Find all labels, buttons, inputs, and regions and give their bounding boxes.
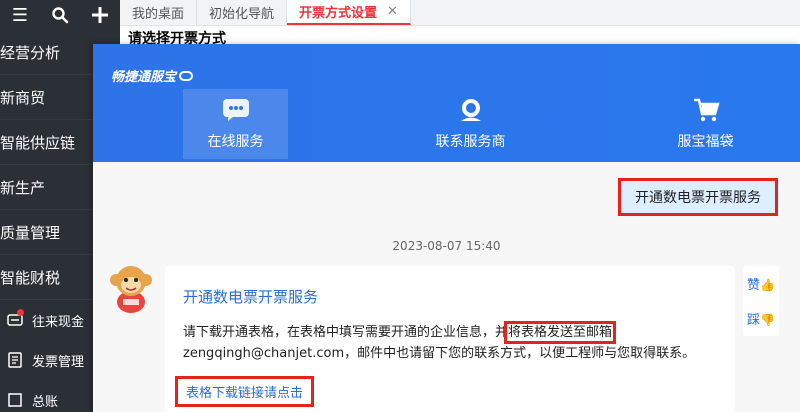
bot-body-email-text: zengqingh@chanjet.com，邮件中也请留下您的联系方式，以便工程… [183, 346, 696, 361]
like-button[interactable]: 赞👍 [747, 274, 775, 293]
nav-label: 联系服务商 [435, 134, 506, 150]
chat-area: 开通数电票开票服务 2023-08-07 15:40 开通数电票开票服务 请下载… [93, 162, 800, 412]
notification-badge [17, 309, 24, 316]
tab-invoice-method-settings[interactable]: 开票方式设置 ✕ [287, 0, 411, 25]
nav-contact-provider[interactable]: 联系服务商 [418, 89, 523, 159]
nav-label: 在线服务 [207, 134, 264, 150]
sidebar-toolbar: ☰ [0, 0, 120, 30]
message-timestamp: 2023-08-07 15:40 [392, 239, 501, 253]
like-label: 赞 [747, 278, 761, 293]
highlighted-instruction: 将表格发送至邮箱 [504, 321, 617, 344]
ledger-icon [6, 391, 24, 409]
bot-message-card: 开通数电票开票服务 请下载开通表格，在表格中填写需要开通的企业信息，并将表格发送… [165, 266, 735, 412]
tab-init-navigation[interactable]: 初始化导航 [197, 0, 288, 25]
cloud-icon [179, 70, 194, 81]
bot-avatar [107, 262, 155, 314]
thumbs-down-icon: 👎 [760, 313, 775, 327]
thumbs-up-icon: 👍 [760, 278, 775, 292]
sidebar-subitem-label: 往来现金 [32, 314, 85, 330]
tab-my-desktop[interactable]: 我的桌面 [120, 0, 198, 25]
dislike-label: 踩 [747, 313, 761, 328]
chat-bubble-icon [222, 97, 250, 123]
tab-label: 开票方式设置 [299, 5, 378, 21]
nav-lucky-bag[interactable]: 服宝福袋 [653, 89, 758, 159]
service-panel: 畅捷通服宝 在线服务 联系服务商 服宝福袋 开通数电票开票服务 2023-08-… [93, 44, 800, 412]
bot-body-text: 请下载开通表格，在表格中填写需要开通的企业信息，并 [183, 325, 509, 340]
user-message: 开通数电票开票服务 [618, 178, 778, 216]
service-logo: 畅捷通服宝 [111, 66, 194, 85]
close-icon[interactable]: ✕ [387, 4, 398, 19]
menu-icon[interactable]: ☰ [0, 0, 40, 30]
bot-message-body: 请下载开通表格，在表格中填写需要开通的企业信息，并将表格发送至邮箱 zengqi… [183, 321, 708, 364]
logo-text: 畅捷通服宝 [111, 70, 177, 85]
invoice-icon [6, 351, 24, 369]
tab-label: 我的桌面 [132, 6, 185, 22]
download-form-link[interactable]: 表格下载链接请点击 [175, 376, 315, 407]
nav-label: 服宝福袋 [677, 134, 734, 150]
feedback-panel: 赞👍 踩👎 [743, 266, 779, 336]
shopping-cart-icon [692, 97, 720, 123]
service-header: 畅捷通服宝 在线服务 联系服务商 服宝福袋 [93, 44, 800, 162]
tab-label: 初始化导航 [209, 6, 275, 22]
agent-icon [457, 97, 485, 123]
search-icon[interactable] [40, 0, 80, 30]
dislike-button[interactable]: 踩👎 [747, 309, 775, 328]
nav-online-service[interactable]: 在线服务 [183, 89, 288, 159]
sidebar-subitem-label: 发票管理 [32, 354, 85, 370]
sidebar-subitem-label: 总账 [32, 394, 59, 410]
bot-message-title: 开通数电票开票服务 [183, 288, 319, 306]
tab-bar: 我的桌面 初始化导航 开票方式设置 ✕ [120, 0, 800, 26]
plus-icon[interactable] [80, 0, 120, 30]
service-nav: 在线服务 联系服务商 服宝福袋 [183, 89, 758, 159]
